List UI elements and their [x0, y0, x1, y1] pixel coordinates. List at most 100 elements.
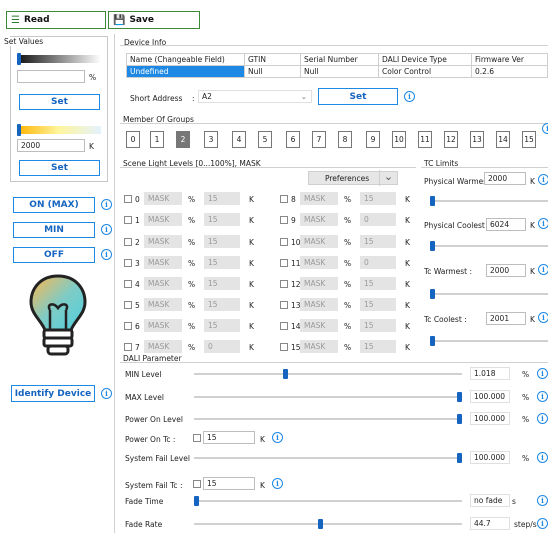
scene-level-input[interactable]: MASK: [144, 192, 182, 205]
group-button-13[interactable]: 13: [470, 131, 484, 148]
scene-level-input[interactable]: MASK: [144, 298, 182, 311]
off-button[interactable]: OFF: [13, 247, 95, 263]
scene-checkbox[interactable]: [280, 280, 288, 288]
scene-tc-input[interactable]: 15: [204, 213, 240, 226]
group-button-4[interactable]: 4: [232, 131, 246, 148]
scene-tc-input[interactable]: 15: [204, 277, 240, 290]
power-on-tc-checkbox[interactable]: [193, 434, 201, 442]
group-button-1[interactable]: 1: [150, 131, 164, 148]
group-button-6[interactable]: 6: [286, 131, 300, 148]
tc-warmest-input[interactable]: 2000: [486, 264, 526, 277]
off-info-icon[interactable]: i: [101, 249, 112, 260]
identify-device-button[interactable]: Identify Device: [11, 385, 95, 402]
scene-tc-input[interactable]: 15: [360, 235, 396, 248]
scene-level-input[interactable]: MASK: [300, 277, 338, 290]
scene-level-input[interactable]: MASK: [144, 256, 182, 269]
power-on-tc-input[interactable]: 15: [203, 431, 255, 444]
identify-info-icon[interactable]: i: [101, 388, 112, 399]
scene-level-input[interactable]: MASK: [144, 277, 182, 290]
scene-tc-input[interactable]: 15: [360, 277, 396, 290]
min-level-input[interactable]: 1.018: [470, 367, 510, 380]
power-on-thumb[interactable]: [457, 414, 462, 424]
system-fail-thumb[interactable]: [457, 453, 462, 463]
fade-time-info-icon[interactable]: i: [537, 495, 548, 506]
system-fail-tc-input[interactable]: 15: [203, 477, 255, 490]
scene-tc-input[interactable]: 15: [360, 192, 396, 205]
scene-level-input[interactable]: MASK: [300, 213, 338, 226]
physical-coolest-input[interactable]: 6024: [486, 218, 526, 231]
scene-tc-input[interactable]: 15: [204, 192, 240, 205]
power-on-tc-info-icon[interactable]: i: [272, 432, 283, 443]
scene-tc-input[interactable]: 15: [204, 298, 240, 311]
scene-checkbox[interactable]: [124, 238, 132, 246]
scene-checkbox[interactable]: [280, 216, 288, 224]
max-level-info-icon[interactable]: i: [537, 391, 548, 402]
scene-level-input[interactable]: MASK: [300, 340, 338, 353]
scene-checkbox[interactable]: [280, 195, 288, 203]
power-on-slider[interactable]: [194, 418, 462, 420]
group-button-10[interactable]: 10: [392, 131, 406, 148]
set-cct-button[interactable]: Set: [19, 160, 100, 176]
power-on-info-icon[interactable]: i: [537, 413, 548, 424]
scene-tc-input[interactable]: 15: [360, 340, 396, 353]
physical-warmest-info-icon[interactable]: i: [538, 174, 548, 185]
brightness-input[interactable]: [17, 70, 85, 83]
scene-tc-input[interactable]: 0: [360, 256, 396, 269]
cell-name[interactable]: Undefined: [126, 65, 245, 78]
physical-warmest-input[interactable]: 2000: [484, 172, 526, 185]
fade-rate-thumb[interactable]: [318, 519, 323, 529]
cct-slider[interactable]: [17, 126, 101, 134]
scene-tc-input[interactable]: 15: [204, 235, 240, 248]
physical-coolest-slider[interactable]: [430, 245, 548, 247]
scene-tc-input[interactable]: 0: [204, 340, 240, 353]
fade-rate-slider[interactable]: [194, 523, 462, 525]
physical-warmest-slider[interactable]: [430, 200, 548, 202]
system-fail-slider[interactable]: [194, 457, 462, 459]
scene-checkbox[interactable]: [124, 343, 132, 351]
scene-tc-input[interactable]: 15: [204, 256, 240, 269]
group-button-11[interactable]: 11: [418, 131, 432, 148]
on-max-button[interactable]: ON (MAX): [13, 197, 95, 213]
tc-coolest-thumb[interactable]: [430, 336, 435, 346]
tc-coolest-slider[interactable]: [430, 340, 548, 342]
cct-input[interactable]: 2000: [17, 139, 85, 152]
scene-checkbox[interactable]: [280, 301, 288, 309]
group-button-9[interactable]: 9: [366, 131, 380, 148]
fade-rate-input[interactable]: 44.7: [470, 517, 510, 530]
group-button-14[interactable]: 14: [496, 131, 510, 148]
scene-checkbox[interactable]: [280, 322, 288, 330]
set-brightness-button[interactable]: Set: [19, 94, 100, 110]
group-button-0[interactable]: 0: [126, 131, 140, 148]
fade-time-input[interactable]: no fade: [470, 494, 510, 507]
scene-checkbox[interactable]: [280, 343, 288, 351]
address-info-icon[interactable]: i: [404, 91, 415, 102]
tc-warmest-thumb[interactable]: [430, 289, 435, 299]
fade-time-thumb[interactable]: [194, 496, 199, 506]
power-on-input[interactable]: 100.000: [470, 412, 510, 425]
scene-checkbox[interactable]: [124, 195, 132, 203]
group-button-15[interactable]: 15: [522, 131, 536, 148]
cct-thumb[interactable]: [17, 124, 21, 136]
group-button-5[interactable]: 5: [258, 131, 272, 148]
group-button-7[interactable]: 7: [312, 131, 326, 148]
scene-level-input[interactable]: MASK: [300, 256, 338, 269]
scene-checkbox[interactable]: [280, 238, 288, 246]
group-button-3[interactable]: 3: [204, 131, 218, 148]
min-info-icon[interactable]: i: [101, 224, 112, 235]
scene-level-input[interactable]: MASK: [300, 235, 338, 248]
save-button[interactable]: 💾 Save: [108, 11, 200, 29]
set-address-button[interactable]: Set: [318, 88, 398, 105]
physical-coolest-thumb[interactable]: [430, 241, 435, 251]
max-level-slider[interactable]: [194, 396, 462, 398]
physical-coolest-info-icon[interactable]: i: [538, 218, 548, 229]
groups-info-icon[interactable]: i: [542, 123, 548, 134]
scene-checkbox[interactable]: [124, 322, 132, 330]
min-button[interactable]: MIN: [13, 222, 95, 238]
read-button[interactable]: ☰ Read: [6, 11, 106, 29]
system-fail-info-icon[interactable]: i: [537, 452, 548, 463]
on-info-icon[interactable]: i: [101, 199, 112, 210]
system-fail-tc-checkbox[interactable]: [193, 480, 201, 488]
scene-tc-input[interactable]: 0: [360, 213, 396, 226]
scene-checkbox[interactable]: [280, 259, 288, 267]
min-level-slider[interactable]: [194, 373, 462, 375]
